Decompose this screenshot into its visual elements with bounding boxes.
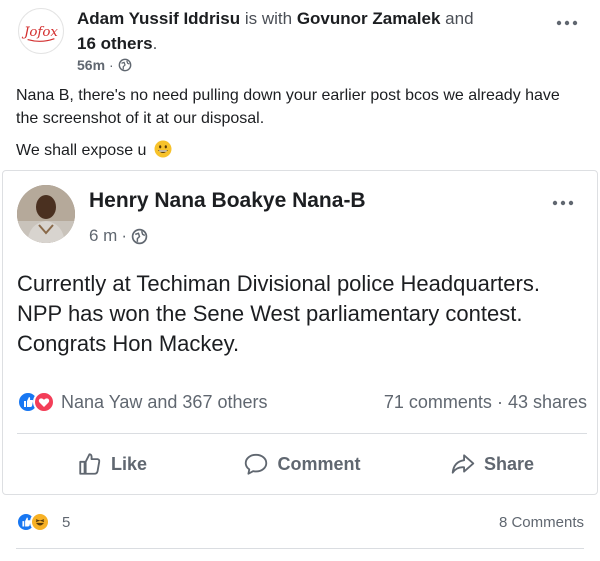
- and-text: and: [445, 9, 474, 28]
- post-footer: 5 8 Comments: [16, 508, 584, 536]
- globe-icon: [118, 58, 132, 72]
- grinning-emoji-icon: [154, 140, 172, 158]
- author-avatar[interactable]: Jofox: [18, 8, 64, 54]
- shared-author-name[interactable]: Henry Nana Boakye Nana-B: [89, 189, 366, 213]
- globe-icon: [131, 228, 148, 244]
- comments-shares-summary: 71 comments · 43 shares: [383, 391, 587, 412]
- more-options-icon[interactable]: [551, 197, 575, 209]
- post-time[interactable]: 56m: [77, 57, 105, 73]
- comments-count[interactable]: 71 comments: [384, 392, 492, 412]
- post-body: Nana B, there's no need pulling down you…: [16, 84, 584, 171]
- haha-reaction-icon: [30, 512, 50, 532]
- comment-label: Comment: [277, 453, 361, 474]
- share-button[interactable]: Share: [397, 446, 587, 482]
- share-label: Share: [483, 453, 535, 474]
- like-label: Like: [110, 453, 148, 474]
- comment-icon: [245, 453, 268, 475]
- shared-post-stats: Nana Yaw and 367 others 71 comments · 43…: [17, 387, 587, 417]
- post-header: Jofox Adam Yussif Iddrisu is with Govuno…: [16, 6, 584, 76]
- comment-button[interactable]: Comment: [207, 446, 397, 482]
- tagged-others[interactable]: 16 others: [77, 34, 153, 53]
- post-author-line: Adam Yussif Iddrisu is with Govunor Zama…: [77, 9, 474, 53]
- reaction-icons[interactable]: [17, 391, 55, 413]
- logo-text: Jofox: [21, 25, 58, 40]
- post-meta: 56m ·: [77, 57, 132, 73]
- post-text-2: We shall expose u: [16, 139, 584, 162]
- divider: [16, 548, 584, 549]
- share-icon: [451, 454, 475, 474]
- like-button[interactable]: Like: [17, 446, 207, 482]
- shared-post-actions: Like Comment Share: [17, 446, 587, 482]
- shares-count[interactable]: 43 shares: [508, 392, 587, 412]
- profile-photo-icon: [17, 185, 75, 243]
- love-reaction-icon: [33, 391, 55, 413]
- comments-count[interactable]: 8 Comments: [499, 514, 584, 531]
- reaction-icons[interactable]: [16, 512, 50, 532]
- reactions-count[interactable]: 5: [62, 514, 499, 531]
- shared-post-meta: 6 m ·: [89, 226, 148, 246]
- post-text: Nana B, there's no need pulling down you…: [16, 87, 560, 127]
- reactions-summary[interactable]: Nana Yaw and 367 others: [61, 392, 384, 413]
- author-name[interactable]: Adam Yussif Iddrisu: [77, 9, 240, 28]
- shared-post-text: Currently at Techiman Divisional police …: [17, 271, 540, 356]
- divider: [17, 433, 587, 434]
- logo-icon: Jofox: [19, 9, 63, 53]
- more-options-icon[interactable]: [554, 16, 580, 30]
- shared-author-avatar[interactable]: [17, 185, 75, 243]
- tagged-friend[interactable]: Govunor Zamalek: [297, 9, 441, 28]
- thumbs-up-icon: [79, 453, 101, 475]
- shared-post-time[interactable]: 6 m: [89, 226, 117, 246]
- shared-post-card[interactable]: Henry Nana Boakye Nana-B 6 m · Currently…: [2, 170, 598, 495]
- with-text: is with: [244, 9, 293, 28]
